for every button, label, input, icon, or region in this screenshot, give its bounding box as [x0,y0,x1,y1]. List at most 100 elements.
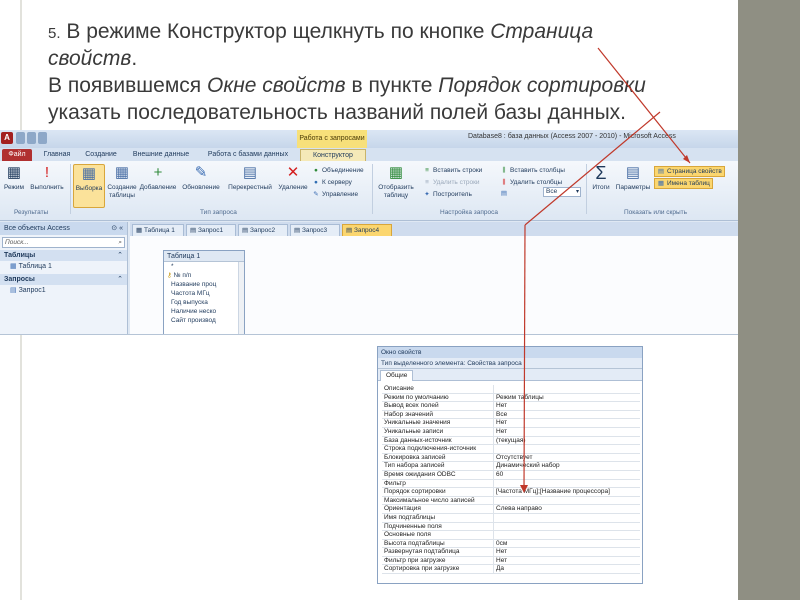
property-row[interactable]: Тип набора записей Динамический набор [382,462,640,471]
property-row-sort-order[interactable]: Порядок сортировки [Частота МГц];[Названи… [382,488,640,497]
sort-order-value[interactable]: [Частота МГц];[Название процессора] [494,488,640,496]
tab-file[interactable]: Файл [2,149,32,161]
tab-design[interactable]: Конструктор [300,149,366,161]
make-table-button[interactable]: ▦ Создание таблицы [106,164,138,200]
doc-tab-query1[interactable]: ▤ Запрос1 [186,224,236,236]
property-row[interactable]: Строка подключения-источник [382,445,640,454]
collapse-icon[interactable]: ⌃ [117,274,123,285]
tab-database-tools[interactable]: Работа с базами данных [200,149,296,161]
save-icon[interactable] [16,132,25,144]
search-icon[interactable]: ⌕ [118,238,122,247]
property-value[interactable]: Отсутствует [494,454,640,462]
property-value[interactable]: Все [494,411,640,419]
property-value[interactable]: Нет [494,548,640,556]
run-button[interactable]: ! Выполнить [28,164,66,192]
property-value[interactable] [494,445,640,453]
crosstab-button[interactable]: ▤ Перекрестный [226,164,274,192]
totals-button[interactable]: Σ Итоги [589,164,613,192]
tab-external-data[interactable]: Внешние данные [128,149,194,161]
property-value[interactable] [494,531,640,539]
nav-group-tables[interactable]: Таблицы ⌃ [0,250,127,261]
property-row[interactable]: Основные поля [382,531,640,540]
property-value[interactable] [494,385,640,393]
doc-tab-query3[interactable]: ▤ Запрос3 [290,224,340,236]
insert-rows-button[interactable]: ≡ Вставить строки [423,166,482,175]
field-item[interactable]: Частота МГц [164,289,244,298]
property-value[interactable]: Нет [494,419,640,427]
property-row[interactable]: Ориентация Слева направо [382,505,640,514]
property-row[interactable]: Подчиненные поля [382,522,640,532]
redo-icon[interactable] [38,132,47,144]
property-value[interactable]: Слева направо [494,505,640,513]
table-field-list[interactable]: Таблица 1 * ⚷ № п/п Название проц Частот… [163,250,245,334]
property-row[interactable]: Уникальные значения Нет [382,419,640,428]
field-item[interactable]: Название проц [164,280,244,289]
property-value[interactable]: 60 [494,471,640,479]
property-row[interactable]: Сортировка при загрузке Да [382,565,640,575]
property-row[interactable]: Фильтр [382,479,640,489]
property-value[interactable]: 0см [494,540,640,548]
chevron-down-icon[interactable]: ⊙ « [111,222,123,235]
property-row[interactable]: Набор значений Все [382,410,640,420]
property-row[interactable]: Режим по умолчанию Режим таблицы [382,393,640,403]
update-button[interactable]: ✎ Обновление [180,164,222,192]
property-value[interactable] [494,523,640,531]
tab-general[interactable]: Общие [380,370,414,381]
property-row[interactable]: Имя подтаблицы [382,513,640,523]
property-value[interactable] [494,497,640,505]
delete-columns-button[interactable]: ⫼ Удалить столбцы [500,178,563,187]
tab-home[interactable]: Главная [38,149,76,161]
property-row[interactable]: Время ожидания ODBC 60 [382,470,640,480]
property-value[interactable]: Режим таблицы [494,394,640,402]
property-value[interactable]: (текущая) [494,437,640,445]
property-value[interactable]: Нет [494,428,640,436]
delete-rows-button[interactable]: ≡ Удалить строки [423,178,479,187]
pass-through-button[interactable]: ● К серверу [312,178,352,187]
property-row[interactable]: Описание [382,385,640,394]
collapse-icon[interactable]: ⌃ [117,250,123,261]
nav-search-input[interactable]: Поиск... ⌕ [2,237,125,248]
mode-button[interactable]: ▦ Режим [2,164,26,192]
property-sheet-button[interactable]: ▤ Страница свойств [654,166,725,177]
field-item[interactable]: * [164,262,244,271]
property-row[interactable]: Высота подтаблицы 0см [382,539,640,549]
return-select[interactable]: Все [543,187,581,197]
doc-tab-table1[interactable]: ▦ Таблица 1 [132,224,184,236]
nav-item-table1[interactable]: ▦ Таблица 1 [0,261,127,272]
property-row[interactable]: Развернутая подтаблица Нет [382,548,640,557]
doc-tab-query4[interactable]: ▤ Запрос4 [342,224,392,236]
property-row[interactable]: Вывод всех полей Нет [382,402,640,411]
tab-create[interactable]: Создание [80,149,122,161]
doc-tab-query2[interactable]: ▤ Запрос2 [238,224,288,236]
field-list-scrollbar[interactable] [238,262,244,334]
insert-columns-button[interactable]: ⫼ Вставить столбцы [500,166,565,175]
property-value[interactable]: Нет [494,402,640,410]
field-item[interactable]: Наличие неско [164,307,244,316]
table-names-button[interactable]: ▦ Имена таблиц [654,178,713,189]
property-value[interactable] [494,514,640,522]
union-button[interactable]: ● Объединение [312,166,364,175]
field-item[interactable]: Год выпуска [164,298,244,307]
nav-item-query1[interactable]: ▤ Запрос1 [0,285,127,296]
field-item[interactable]: ⚷ № п/п [164,271,244,280]
property-row[interactable]: Уникальные записи Нет [382,427,640,437]
delete-query-button[interactable]: ✕ Удаление [276,164,310,192]
property-row[interactable]: Блокировка записей Отсутствует [382,453,640,463]
select-query-button[interactable]: ▦ Выборка [73,164,105,208]
nav-group-queries[interactable]: Запросы ⌃ [0,274,127,285]
property-row[interactable]: База данных-источник (текущая) [382,436,640,446]
property-value[interactable]: Да [494,565,640,573]
property-value[interactable]: Нет [494,557,640,565]
field-item[interactable]: Сайт производ [164,316,244,325]
parameters-button[interactable]: ▤ Параметры [614,164,652,192]
append-button[interactable]: + Добавление [139,164,177,192]
property-row[interactable]: Фильтр при загрузке Нет [382,556,640,566]
property-value[interactable]: Динамический набор [494,462,640,470]
data-definition-button[interactable]: ✎ Управление [312,190,358,199]
nav-pane-header[interactable]: Все объекты Access ⊙ « [0,222,127,235]
show-table-button[interactable]: ▦ Отобразить таблицу [376,164,416,200]
undo-icon[interactable] [27,132,36,144]
builder-button[interactable]: ✦ Построитель [423,190,472,199]
property-row[interactable]: Максимальное число записей [382,496,640,506]
property-value[interactable] [494,480,640,488]
